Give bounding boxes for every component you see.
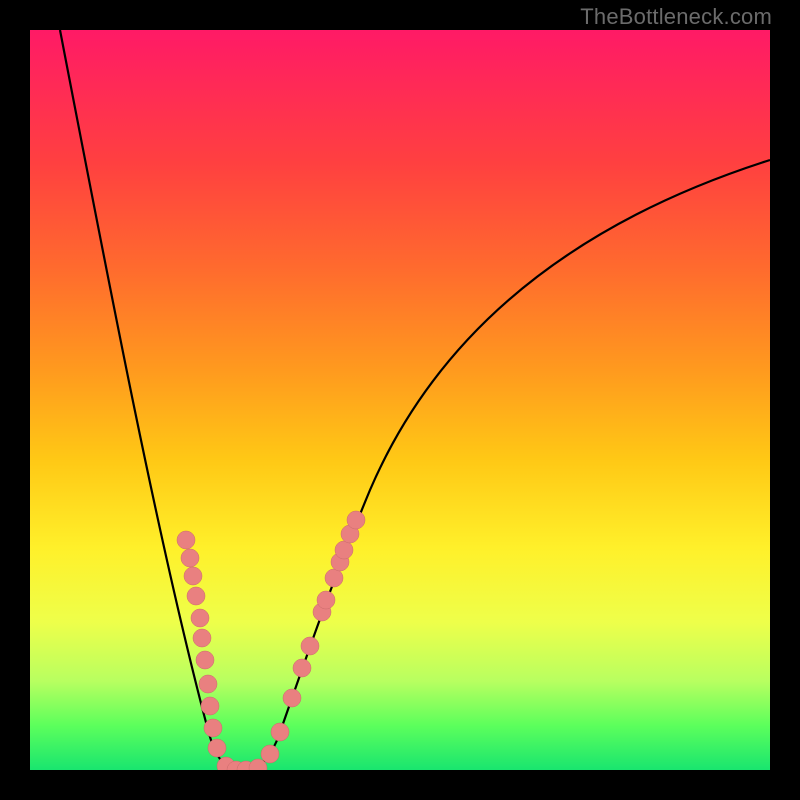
marker-group [177,511,365,770]
data-marker [184,567,202,585]
data-marker [191,609,209,627]
data-marker [271,723,289,741]
data-marker [335,541,353,559]
chart-frame: TheBottleneck.com [0,0,800,800]
bottleneck-curve [60,30,770,770]
curve-layer [30,30,770,770]
data-marker [208,739,226,757]
plot-area [30,30,770,770]
data-marker [293,659,311,677]
data-marker [187,587,205,605]
data-marker [317,591,335,609]
data-marker [204,719,222,737]
curve-segment [240,160,770,770]
data-marker [196,651,214,669]
data-marker [199,675,217,693]
data-marker [325,569,343,587]
data-marker [347,511,365,529]
data-marker [261,745,279,763]
data-marker [177,531,195,549]
watermark-text: TheBottleneck.com [580,4,772,30]
data-marker [201,697,219,715]
data-marker [301,637,319,655]
data-marker [283,689,301,707]
data-marker [181,549,199,567]
data-marker [193,629,211,647]
